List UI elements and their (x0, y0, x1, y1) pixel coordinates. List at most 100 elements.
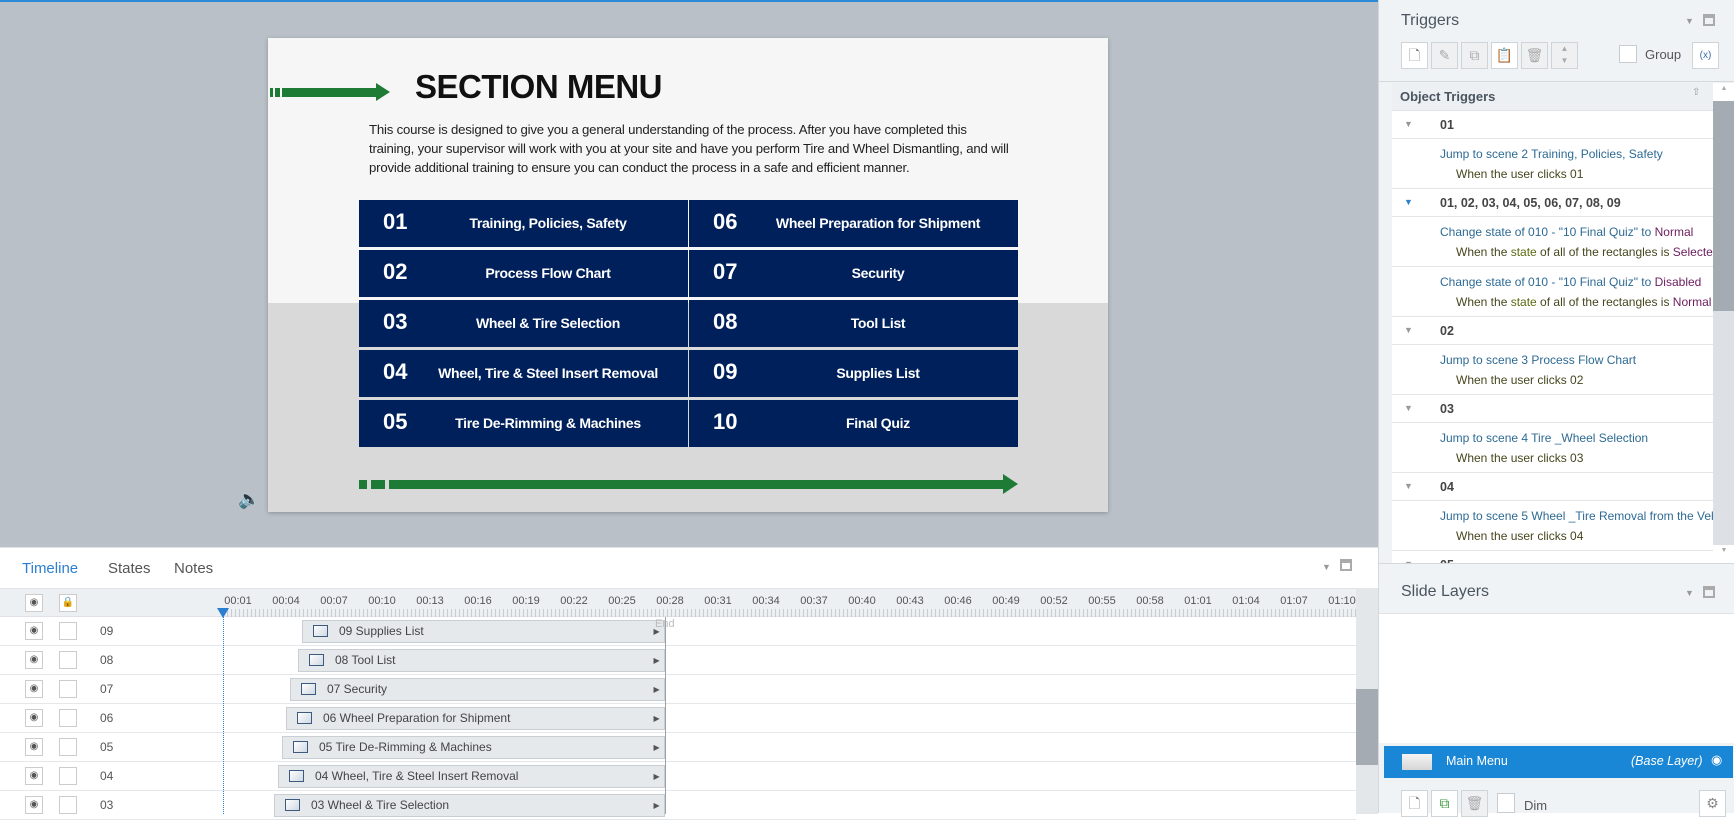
ruler-ticks (223, 609, 1356, 617)
trigger-group[interactable]: ▼ 02 (1392, 317, 1713, 345)
lock-toggle[interactable] (59, 796, 77, 814)
menu-tile-03[interactable]: 03 Wheel & Tire Selection (359, 300, 688, 347)
condition-text: When the user clicks 04 (1456, 529, 1584, 543)
lock-toggle[interactable] (59, 738, 77, 756)
timeline-scroll-thumb[interactable] (1356, 689, 1378, 765)
scroll-up-icon[interactable]: ▲ (1713, 85, 1734, 101)
trigger-item[interactable]: Change state of 010 - "10 Final Quiz" to… (1392, 217, 1713, 267)
menu-tile-05[interactable]: 05 Tire De-Rimming & Machines (359, 400, 688, 447)
timeline-row[interactable]: ◉ 09 09 Supplies List ▶ (0, 617, 1356, 646)
tab-timeline[interactable]: Timeline (22, 560, 78, 577)
menu-tile-10[interactable]: 10 Final Quiz (689, 400, 1018, 447)
expand-chevron-icon[interactable]: ▼ (1404, 403, 1413, 413)
timeline-object-bar[interactable]: 05 Tire De-Rimming & Machines ▶ (282, 736, 665, 759)
visibility-eye-icon[interactable]: ◉ (25, 651, 43, 669)
trigger-group-label: 01 (1440, 118, 1454, 132)
trigger-item[interactable]: Jump to scene 5 Wheel _Tire Removal from… (1392, 501, 1713, 551)
timeline-object-bar[interactable]: 03 Wheel & Tire Selection ▶ (274, 794, 665, 817)
visibility-eye-icon[interactable]: ◉ (25, 709, 43, 727)
paste-trigger-button[interactable]: 📋 (1491, 42, 1518, 69)
timeline-object-bar[interactable]: 07 Security ▶ (290, 678, 665, 701)
menu-tile-08[interactable]: 08 Tool List (689, 300, 1018, 347)
menu-tile-09[interactable]: 09 Supplies List (689, 350, 1018, 397)
timeline-row[interactable]: ◉ 06 06 Wheel Preparation for Shipment ▶ (0, 704, 1356, 733)
layers-menu-chevron-icon[interactable]: ▼ (1685, 588, 1694, 598)
slide-canvas[interactable]: SECTION MENU This course is designed to … (268, 38, 1108, 512)
variables-button[interactable]: (x) (1692, 42, 1719, 69)
float-panel-icon[interactable] (1703, 14, 1715, 26)
lock-toggle[interactable] (59, 680, 77, 698)
visibility-eye-icon[interactable]: ◉ (25, 622, 43, 640)
lock-all-icon[interactable]: 🔒 (59, 594, 77, 612)
menu-tile-07[interactable]: 07 Security (689, 250, 1018, 297)
new-trigger-button[interactable]: 🗋 (1401, 42, 1428, 69)
timeline-scrollbar[interactable] (1356, 588, 1378, 814)
scroll-down-icon[interactable]: ▼ (1713, 547, 1734, 561)
menu-tile-02[interactable]: 02 Process Flow Chart (359, 250, 688, 297)
speaker-icon[interactable]: 🔈 (238, 489, 260, 510)
timeline-row[interactable]: ◉ 03 03 Wheel & Tire Selection ▶ (0, 791, 1356, 820)
timeline-object-bar[interactable]: 06 Wheel Preparation for Shipment ▶ (286, 707, 665, 730)
timeline-row[interactable]: ◉ 04 04 Wheel, Tire & Steel Insert Removal… (0, 762, 1356, 791)
panel-menu-chevron-icon[interactable]: ▼ (1322, 562, 1331, 572)
trigger-item[interactable]: Jump to scene 4 Tire _Wheel Selection Whe… (1392, 423, 1713, 473)
timeline-object-bar[interactable]: 09 Supplies List ▶ (302, 620, 665, 643)
float-panel-icon[interactable] (1340, 559, 1352, 571)
timeline-object-bar[interactable]: 04 Wheel, Tire & Steel Insert Removal ▶ (278, 765, 665, 788)
expand-arrow-icon[interactable]: ▶ (653, 679, 659, 700)
lock-toggle[interactable] (59, 767, 77, 785)
show-all-eye-icon[interactable]: ◉ (25, 594, 43, 612)
end-marker[interactable] (664, 617, 666, 814)
triggers-scroll-thumb[interactable] (1713, 101, 1734, 311)
lock-toggle[interactable] (59, 651, 77, 669)
expand-arrow-icon[interactable]: ▶ (653, 766, 659, 787)
timeline-row[interactable]: ◉ 08 08 Tool List ▶ (0, 646, 1356, 675)
expand-chevron-icon[interactable]: ▼ (1404, 197, 1413, 207)
visibility-eye-icon[interactable]: ◉ (25, 796, 43, 814)
collapse-all-icon[interactable]: ⇧ (1692, 87, 1700, 98)
trigger-action: Jump to scene 3 Process Flow Chart (1440, 353, 1636, 367)
dim-checkbox[interactable] (1497, 793, 1515, 813)
expand-arrow-icon[interactable]: ▶ (653, 737, 659, 758)
trigger-group[interactable]: ▼ 01 (1392, 111, 1713, 139)
triggers-menu-chevron-icon[interactable]: ▼ (1685, 16, 1694, 26)
edit-trigger-button[interactable]: ✎ (1431, 42, 1458, 69)
expand-chevron-icon[interactable]: ▼ (1404, 325, 1413, 335)
expand-arrow-icon[interactable]: ▶ (653, 650, 659, 671)
layer-visibility-eye-icon[interactable]: ◉ (1711, 752, 1722, 768)
menu-tile-01[interactable]: 01 Training, Policies, Safety (359, 200, 688, 247)
trigger-group[interactable]: ▼ 03 (1392, 395, 1713, 423)
bar-label: 04 Wheel, Tire & Steel Insert Removal (315, 769, 519, 783)
triggers-scrollbar[interactable]: ▲ ▼ (1713, 83, 1734, 563)
visibility-eye-icon[interactable]: ◉ (25, 680, 43, 698)
visibility-eye-icon[interactable]: ◉ (25, 738, 43, 756)
timeline-object-bar[interactable]: 08 Tool List ▶ (298, 649, 665, 672)
menu-tile-06[interactable]: 06 Wheel Preparation for Shipment (689, 200, 1018, 247)
menu-tile-number: 05 (383, 409, 408, 434)
visibility-eye-icon[interactable]: ◉ (25, 767, 43, 785)
trigger-group[interactable]: ▼ 01, 02, 03, 04, 05, 06, 07, 08, 09 (1392, 189, 1713, 217)
condition-keyword: state (1510, 295, 1537, 309)
trigger-group[interactable]: ▼ 04 (1392, 473, 1713, 501)
trigger-item[interactable]: Change state of 010 - "10 Final Quiz" to… (1392, 267, 1713, 317)
expand-chevron-icon[interactable]: ▼ (1404, 119, 1413, 129)
group-checkbox[interactable] (1619, 45, 1637, 63)
menu-tile-04[interactable]: 04 Wheel, Tire & Steel Insert Removal (359, 350, 688, 397)
float-panel-icon[interactable] (1703, 586, 1715, 598)
expand-arrow-icon[interactable]: ▶ (653, 708, 659, 729)
delete-trigger-button[interactable]: 🗑 (1521, 42, 1548, 69)
trigger-group[interactable]: ▼05 (1392, 551, 1713, 563)
expand-chevron-icon[interactable]: ▼ (1404, 481, 1413, 491)
lock-toggle[interactable] (59, 709, 77, 727)
timeline-row[interactable]: ◉ 07 07 Security ▶ (0, 675, 1356, 704)
timeline-row[interactable]: ◉ 05 05 Tire De-Rimming & Machines ▶ (0, 733, 1356, 762)
shape-icon (289, 770, 304, 782)
lock-toggle[interactable] (59, 622, 77, 640)
trigger-item[interactable]: Jump to scene 3 Process Flow Chart When t… (1392, 345, 1713, 395)
copy-trigger-button[interactable]: ⧉ (1461, 42, 1488, 69)
trigger-item[interactable]: Jump to scene 2 Training, Policies, Safe… (1392, 139, 1713, 189)
move-trigger-updown-button[interactable]: ▲ ▼ (1551, 42, 1578, 69)
layer-item-main-menu[interactable]: Main Menu (Base Layer) ◉ (1384, 746, 1733, 778)
tab-states[interactable]: States (108, 560, 151, 577)
tab-notes[interactable]: Notes (174, 560, 213, 577)
